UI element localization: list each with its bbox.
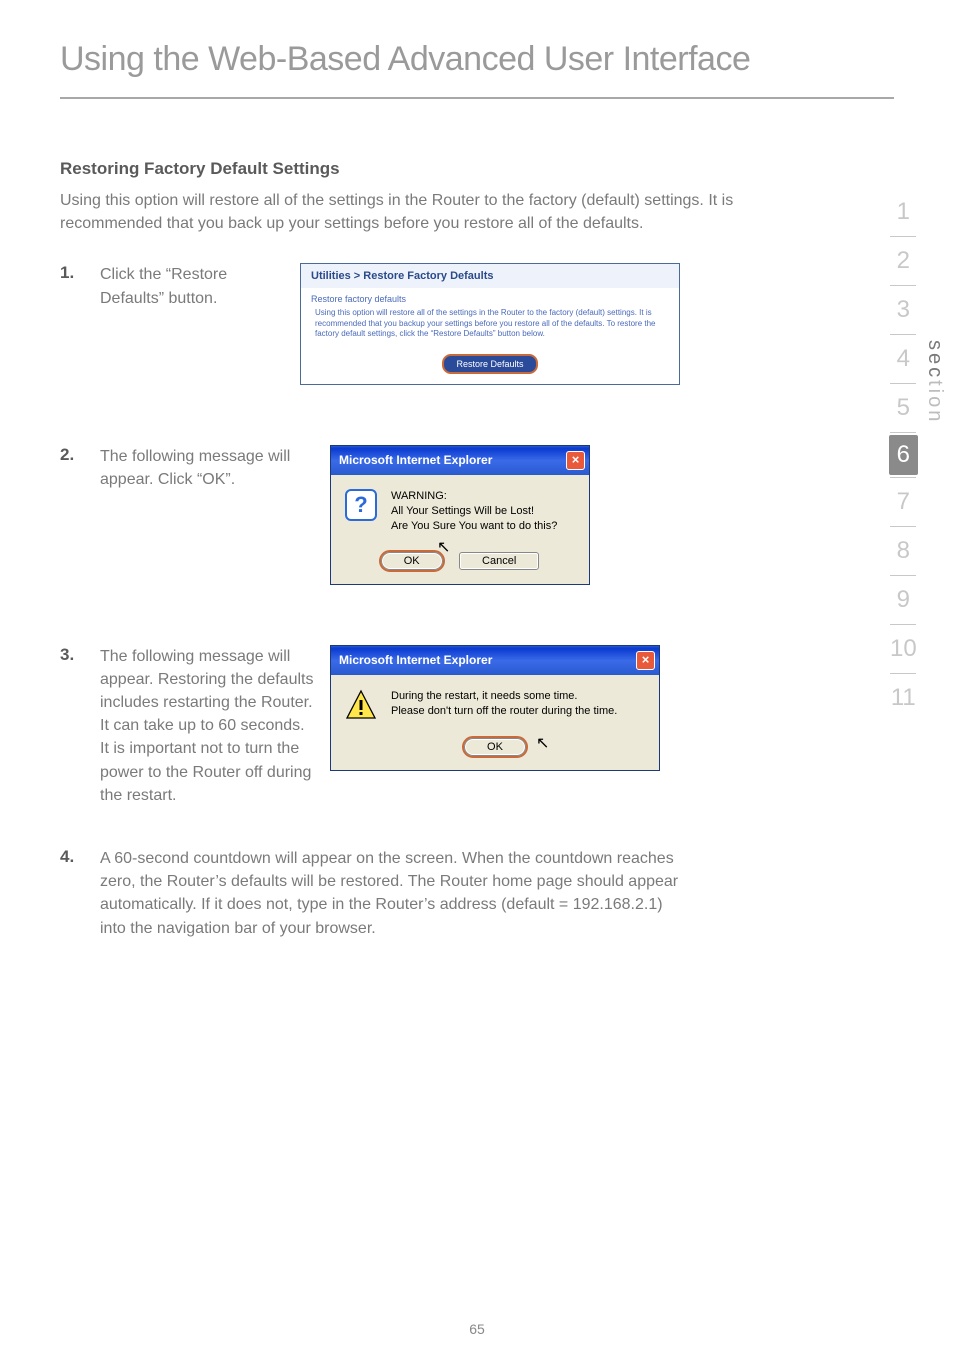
dialog-body: During the restart, it needs some time. … <box>331 675 659 731</box>
section-label-part1: sec <box>924 340 946 380</box>
step-3-screenshot: Microsoft Internet Explorer × During the… <box>330 645 660 771</box>
step-3-text: The following message will appear. Resto… <box>100 645 330 807</box>
section-label: section <box>923 340 946 424</box>
warning-icon <box>345 689 377 721</box>
restart-line-2: Please don't turn off the router during … <box>391 704 617 719</box>
nav-11[interactable]: 11 <box>889 676 918 720</box>
step-2-text: The following message will appear. Click… <box>100 445 330 491</box>
step-2-row: 2. The following message will appear. Cl… <box>60 445 774 585</box>
cursor-icon: ↖ <box>536 733 549 753</box>
dialog-titlebar: Microsoft Internet Explorer × <box>331 646 659 675</box>
warning-line-2: All Your Settings Will be Lost! <box>391 504 557 519</box>
close-icon[interactable]: × <box>636 651 655 670</box>
panel-description: Using this option will restore all of th… <box>301 306 679 347</box>
section-heading: Restoring Factory Default Settings <box>60 159 774 179</box>
nav-3[interactable]: 3 <box>889 288 918 332</box>
step-1-screenshot: Utilities > Restore Factory Defaults Res… <box>300 263 680 384</box>
page-title: Using the Web-Based Advanced User Interf… <box>0 0 954 97</box>
nav-9[interactable]: 9 <box>889 578 918 622</box>
panel-subhead: Restore factory defaults <box>301 288 679 306</box>
ok-button[interactable]: OK <box>381 552 443 570</box>
step-1-row: 1. Click the “Restore Defaults” button. … <box>60 263 774 384</box>
cancel-button[interactable]: Cancel <box>459 552 539 570</box>
warning-line-3: Are You Sure You want to do this? <box>391 519 557 534</box>
nav-2[interactable]: 2 <box>889 239 918 283</box>
page-number: 65 <box>0 1321 954 1337</box>
dialog-body: ? WARNING: All Your Settings Will be Los… <box>331 475 589 545</box>
panel-button-wrap: Restore Defaults <box>301 348 679 384</box>
nav-10[interactable]: 10 <box>889 627 918 671</box>
main-content: Restoring Factory Default Settings Using… <box>0 99 954 940</box>
intro-paragraph: Using this option will restore all of th… <box>60 189 774 235</box>
restore-defaults-button[interactable]: Restore Defaults <box>442 354 537 374</box>
dialog-title: Microsoft Internet Explorer <box>339 453 492 467</box>
section-nav: 1 2 3 4 5 6 7 8 9 10 11 <box>889 190 918 720</box>
dialog-buttons: OK ↖ <box>331 731 659 770</box>
restart-line-1: During the restart, it needs some time. <box>391 689 617 704</box>
dialog-message: WARNING: All Your Settings Will be Lost!… <box>391 489 557 535</box>
warning-dialog: Microsoft Internet Explorer × ? WARNING:… <box>330 445 590 585</box>
nav-5[interactable]: 5 <box>889 386 918 430</box>
panel-breadcrumb: Utilities > Restore Factory Defaults <box>301 264 679 288</box>
dialog-titlebar: Microsoft Internet Explorer × <box>331 446 589 475</box>
warning-line-1: WARNING: <box>391 489 557 504</box>
step-1-text: Click the “Restore Defaults” button. <box>100 263 300 309</box>
restart-dialog: Microsoft Internet Explorer × During the… <box>330 645 660 771</box>
nav-7[interactable]: 7 <box>889 480 918 524</box>
step-4-number: 4. <box>60 847 100 867</box>
step-2-number: 2. <box>60 445 100 465</box>
dialog-title: Microsoft Internet Explorer <box>339 653 492 667</box>
step-3-row: 3. The following message will appear. Re… <box>60 645 774 807</box>
nav-8[interactable]: 8 <box>889 529 918 573</box>
step-1-number: 1. <box>60 263 100 283</box>
close-icon[interactable]: × <box>566 451 585 470</box>
nav-4[interactable]: 4 <box>889 337 918 381</box>
ok-button[interactable]: OK <box>464 738 526 756</box>
step-4-row: 4. A 60-second countdown will appear on … <box>60 847 774 940</box>
dialog-message: During the restart, it needs some time. … <box>391 689 617 720</box>
nav-6[interactable]: 6 <box>889 435 918 475</box>
section-label-part2: tion <box>924 380 946 424</box>
step-4-text: A 60-second countdown will appear on the… <box>100 847 694 940</box>
step-3-number: 3. <box>60 645 100 665</box>
dialog-buttons: OK Cancel ↖ <box>331 545 589 584</box>
nav-1[interactable]: 1 <box>889 190 918 234</box>
restore-defaults-panel: Utilities > Restore Factory Defaults Res… <box>300 263 680 384</box>
question-icon: ? <box>345 489 377 521</box>
step-2-screenshot: Microsoft Internet Explorer × ? WARNING:… <box>330 445 590 585</box>
